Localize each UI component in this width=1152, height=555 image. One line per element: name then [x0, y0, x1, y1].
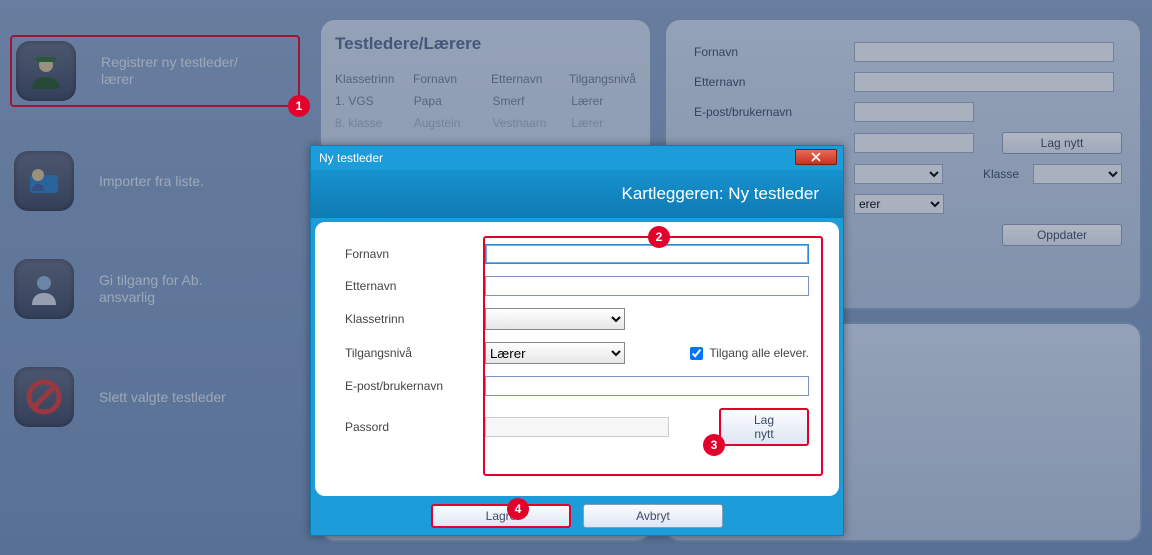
sidebar-item-label: Slett valgte testleder [99, 389, 226, 406]
officer-icon [16, 41, 76, 101]
klassetrinn-select[interactable] [485, 308, 625, 330]
details-tilgang-select[interactable] [854, 164, 943, 184]
tilgang-alle-label: Tilgang alle elever. [709, 346, 809, 360]
label-fornavn: Fornavn [345, 247, 485, 261]
modal-titlebar[interactable]: Ny testleder [311, 146, 843, 170]
tilgang-alle-checkbox[interactable] [690, 347, 703, 360]
sidebar-item-access[interactable]: Gi tilgang for Ab. ansvarlig [10, 255, 300, 323]
label-klasse: Klasse [983, 167, 1033, 181]
avbryt-button[interactable]: Avbryt [583, 504, 723, 528]
tilgang-select[interactable]: Lærer [485, 342, 625, 364]
sidebar-item-label: Importer fra liste. [99, 173, 204, 190]
label-klassetrinn: Klassetrinn [345, 312, 485, 326]
table-header: Klassetrinn Fornavn Etternavn Tilgangsni… [335, 68, 636, 90]
sidebar: Registrer ny testleder/ lærer 1 Importer… [10, 35, 300, 431]
annotation-marker-3: 3 [703, 434, 725, 456]
epost-input[interactable] [485, 376, 809, 396]
details-etternavn-input[interactable] [854, 72, 1114, 92]
modal-footer: 4 Lagre Avbryt [311, 500, 843, 528]
label-epost: E-post/brukernavn [345, 379, 485, 393]
lagnytt-button[interactable]: Lag nytt [719, 408, 809, 446]
sidebar-item-register[interactable]: Registrer ny testleder/ lærer 1 [10, 35, 300, 107]
table-row[interactable]: 1. VGS Papa Smerf Lærer [335, 90, 636, 112]
label-etternavn: Etternavn [694, 75, 854, 89]
sidebar-item-label: Registrer ny testleder/ lærer [101, 54, 238, 88]
label-passord: Passord [345, 420, 485, 434]
modal-new-testleader: Ny testleder Kartleggeren: Ny testleder … [310, 145, 844, 536]
label-fornavn: Fornavn [694, 45, 854, 59]
annotation-marker-2: 2 [648, 226, 670, 248]
close-button[interactable] [795, 149, 837, 165]
details-epost-input[interactable] [854, 102, 974, 122]
annotation-marker-1: 1 [288, 95, 310, 117]
sidebar-item-import[interactable]: Importer fra liste. [10, 147, 300, 215]
modal-header: Kartleggeren: Ny testleder [311, 170, 843, 218]
folder-import-icon [14, 151, 74, 211]
label-etternavn: Etternavn [345, 279, 485, 293]
details-access-select[interactable]: erer [854, 194, 944, 214]
label-tilgang: Tilgangsnivå [345, 346, 485, 360]
sidebar-item-delete[interactable]: Slett valgte testleder [10, 363, 300, 431]
modal-window-title: Ny testleder [319, 151, 383, 165]
details-lagnytt-button[interactable]: Lag nytt [1002, 132, 1122, 154]
panel-title: Testledere/Lærere [335, 34, 636, 54]
label-epost: E-post/brukernavn [694, 105, 854, 119]
details-fornavn-input[interactable] [854, 42, 1114, 62]
lagre-button[interactable]: Lagre [431, 504, 571, 528]
etternavn-input[interactable] [485, 276, 809, 296]
sidebar-item-label: Gi tilgang for Ab. ansvarlig [99, 272, 203, 306]
no-entry-icon [14, 367, 74, 427]
annotation-marker-4: 4 [507, 498, 529, 520]
oppdater-button[interactable]: Oppdater [1002, 224, 1122, 246]
passord-input[interactable] [485, 417, 669, 437]
table-row[interactable]: 8. klasse Augstein Vestnaarn Lærer [335, 112, 636, 134]
details-klasse-select[interactable] [1033, 164, 1122, 184]
person-icon [14, 259, 74, 319]
close-icon [811, 152, 821, 162]
details-password-input[interactable] [854, 133, 974, 153]
fornavn-input[interactable] [485, 244, 809, 264]
modal-body: 2 Fornavn Etternavn Klassetrinn Tilgangs… [315, 222, 839, 496]
